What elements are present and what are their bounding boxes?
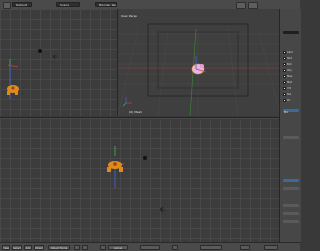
ogl-button[interactable]	[240, 244, 250, 250]
screen-layout-select[interactable]: Default	[12, 2, 32, 7]
properties-panel: Cam Shd Bck Obj Mes Msh Vrt Tex Pri Pro	[279, 9, 301, 242]
checkbox-9[interactable]	[283, 99, 286, 102]
scene-select[interactable]: Scene	[56, 2, 80, 7]
layers-button[interactable]	[140, 244, 160, 250]
panel-item-label: Cam	[287, 51, 293, 54]
panel-item-label: Tex	[287, 93, 292, 96]
panel-row[interactable]	[283, 187, 299, 190]
panel-highlight-row[interactable]	[283, 179, 299, 182]
checkbox-1[interactable]	[283, 51, 286, 54]
object-menu[interactable]: Object	[34, 244, 44, 250]
speaker-icon: ◐	[160, 206, 165, 213]
object-orange[interactable]	[7, 85, 19, 95]
viewport-user-persp[interactable]: User Persp (0) Mesh	[118, 9, 279, 116]
select-menu[interactable]: Select	[12, 244, 22, 250]
snap-button[interactable]	[172, 244, 178, 250]
viewport-bottom[interactable]: ◐	[0, 117, 279, 243]
extra-button[interactable]	[264, 244, 278, 250]
view-title: User Persp	[121, 14, 138, 18]
checkbox-2[interactable]	[283, 57, 286, 60]
render-engine-select[interactable]: Blender Render	[95, 2, 117, 7]
panel-row[interactable]	[283, 136, 299, 139]
persp-grid	[118, 9, 279, 116]
checkbox-5[interactable]	[283, 75, 286, 78]
orientation-select[interactable]: Global	[108, 244, 128, 250]
object-label: (0) Mesh	[129, 110, 143, 114]
checkbox-8[interactable]	[283, 93, 286, 96]
panel-active-tab[interactable]: Pro	[283, 109, 299, 114]
panel-item-label: Mes	[287, 75, 293, 78]
render-button[interactable]	[200, 244, 222, 250]
panel-item-label: Pri	[287, 99, 291, 102]
view-menu[interactable]: View	[2, 244, 10, 250]
window-button[interactable]	[248, 2, 258, 9]
checkbox-3[interactable]	[283, 63, 286, 66]
speaker-icon: ◐	[53, 54, 57, 60]
camera-icon	[38, 49, 42, 53]
pivot-button[interactable]	[82, 244, 88, 250]
panel-row[interactable]	[283, 220, 299, 223]
checkbox-6[interactable]	[283, 81, 286, 84]
panel-row[interactable]	[283, 204, 299, 207]
axis-x-line	[7, 64, 19, 68]
checkbox-4[interactable]	[283, 69, 286, 72]
add-menu[interactable]: Add	[24, 244, 32, 250]
camera-icon	[143, 156, 147, 160]
checkbox-7[interactable]	[283, 87, 286, 90]
panel-row[interactable]	[283, 212, 299, 215]
manipulator-button[interactable]	[100, 244, 106, 250]
panel-item-label: Obj	[287, 69, 292, 72]
panel-item-label: Vrt	[287, 87, 291, 90]
panel-item-label: Shd	[287, 57, 292, 60]
info-icon[interactable]	[3, 2, 11, 9]
panel-item-label: Msh	[287, 81, 293, 84]
panel-item-label: Bck	[287, 63, 292, 66]
window-button[interactable]	[236, 2, 246, 9]
panel-tab-bar[interactable]	[283, 31, 299, 34]
shading-button[interactable]	[74, 244, 80, 250]
mode-select[interactable]: Object Mode	[48, 244, 70, 250]
panel-active-tab-label: Pro	[284, 111, 289, 114]
viewport-top-left[interactable]: ◐	[0, 9, 118, 116]
